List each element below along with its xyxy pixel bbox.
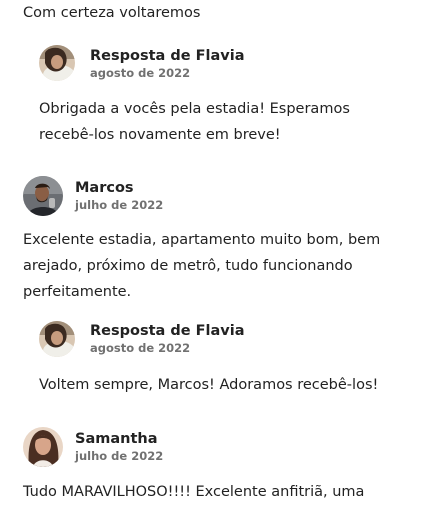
review-date: julho de 2022 (75, 198, 164, 212)
response-date: agosto de 2022 (90, 66, 191, 80)
review-text: Excelente estadia, apartamento muito bom… (23, 227, 380, 305)
review-author: Samantha (75, 431, 158, 447)
avatar[interactable] (23, 427, 63, 467)
response-title: Resposta de Flavia (90, 323, 245, 339)
review-text-line: Tudo MARAVILHOSO!!!! Excelente anfitriã,… (23, 484, 365, 500)
review-text-line: arejado, próximo de metrô, tudo funciona… (23, 258, 353, 274)
avatar[interactable] (39, 321, 75, 357)
response-text-line: Obrigada a vocês pela estadia! Esperamos (39, 101, 350, 117)
response-text-line: Voltem sempre, Marcos! Adoramos recebê-l… (39, 377, 379, 393)
response-text: Voltem sempre, Marcos! Adoramos recebê-l… (39, 372, 378, 398)
review-text: Tudo MARAVILHOSO!!!! Excelente anfitriã,… (23, 479, 364, 505)
review-text-line: perfeitamente. (23, 284, 132, 300)
avatar[interactable] (39, 45, 75, 81)
review-date: julho de 2022 (75, 449, 164, 463)
response-text: Obrigada a vocês pela estadia! Esperamos… (39, 96, 350, 148)
response-date: agosto de 2022 (90, 341, 191, 355)
review-text-line: Excelente estadia, apartamento muito bom… (23, 232, 381, 248)
avatar[interactable] (23, 176, 63, 216)
response-title: Resposta de Flavia (90, 48, 245, 64)
review-text-line: Com certeza voltaremos (23, 5, 201, 21)
review-text: Com certeza voltaremos (23, 0, 200, 26)
review-author: Marcos (75, 180, 134, 196)
response-text-line: recebê-los novamente em breve! (39, 127, 281, 143)
